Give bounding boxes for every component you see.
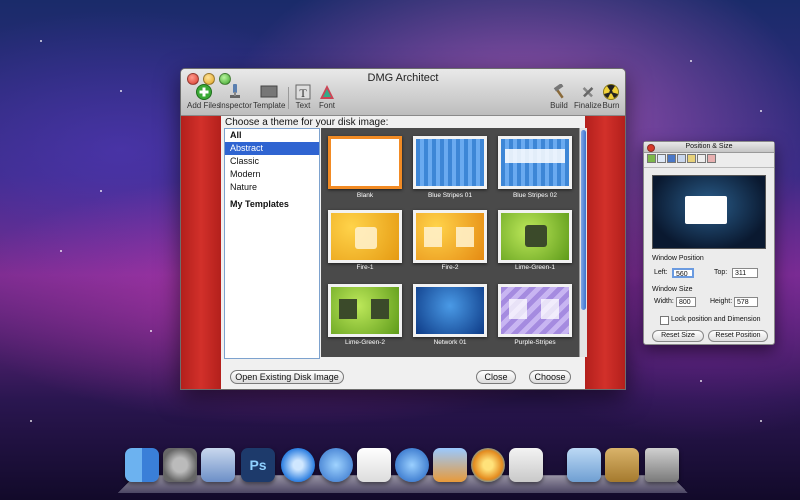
dmg-architect-window: DMG Architect Add Files Inspector Templa…: [180, 68, 626, 390]
theme-label: Network 01: [433, 339, 467, 346]
window-size-label: Window Size: [652, 286, 693, 293]
mail-stamp-icon[interactable]: [201, 448, 235, 482]
reset-position-button[interactable]: Reset Position: [708, 330, 768, 342]
inspector-tab-bar: [644, 153, 774, 168]
category-my-templates[interactable]: My Templates: [225, 198, 319, 211]
inspector-button[interactable]: Inspector: [219, 83, 252, 110]
open-existing-disk-image-button[interactable]: Open Existing Disk Image ...: [230, 370, 344, 389]
theme-chooser-sheet: Choose a theme for your disk image: All …: [221, 116, 587, 389]
burn-button[interactable]: Burn: [602, 83, 620, 110]
theme-purple-stripes[interactable]: [498, 284, 572, 337]
svg-text:T: T: [299, 86, 307, 100]
build-button[interactable]: Build: [550, 83, 568, 110]
toolbar-separator: [288, 87, 289, 109]
window-tab-icon[interactable]: [657, 154, 666, 163]
address-book-icon[interactable]: [605, 448, 639, 482]
finder-icon[interactable]: [125, 448, 159, 482]
safari-icon[interactable]: [281, 448, 315, 482]
theme-fire-1[interactable]: [328, 210, 402, 263]
left-red-backdrop: [181, 116, 221, 389]
theme-label: Blue Stripes 01: [427, 192, 473, 199]
theme-grid: Blank Blue Stripes 01 Blue Stripes 02 Fi…: [321, 128, 579, 357]
inspector-close-button[interactable]: [647, 144, 655, 152]
theme-label: Fire-2: [441, 264, 459, 271]
text-t-icon: T: [294, 83, 312, 100]
system-preferences-icon[interactable]: [163, 448, 197, 482]
top-label: Top:: [714, 269, 728, 276]
ichat-icon[interactable]: [319, 448, 353, 482]
theme-chooser-area: Choose a theme for your disk image: All …: [181, 116, 625, 389]
theme-fire-2[interactable]: [413, 210, 487, 263]
add-files-button[interactable]: Add Files: [187, 83, 220, 110]
preview-window[interactable]: [685, 196, 727, 224]
theme-label: Lime-Green-1: [514, 264, 556, 271]
license-tab-icon[interactable]: [707, 154, 716, 163]
width-label: Width:: [654, 298, 674, 305]
theme-grid-scrollbar[interactable]: [579, 128, 587, 357]
theme-blue-stripes-01[interactable]: [413, 136, 487, 189]
icon-tab-icon[interactable]: [677, 154, 686, 163]
lock-label: Lock position and Dimension: [671, 316, 761, 323]
radiation-icon: [602, 83, 620, 100]
theme-label: Lime-Green-2: [344, 339, 386, 346]
category-all[interactable]: All: [225, 129, 319, 142]
theme-network-01[interactable]: [413, 284, 487, 337]
font-button[interactable]: Font: [318, 83, 336, 110]
hammer-icon: [550, 83, 568, 100]
theme-prompt: Choose a theme for your disk image:: [225, 117, 389, 128]
background-tab-icon[interactable]: [647, 154, 656, 163]
theme-label: Blue Stripes 02: [512, 192, 558, 199]
inspector-titlebar[interactable]: Position & Size: [644, 142, 774, 153]
font-palette-icon: [318, 83, 336, 100]
dmg-architect-icon[interactable]: [471, 448, 505, 482]
inspector-title: Position & Size: [685, 143, 733, 150]
script-editor-icon[interactable]: [509, 448, 543, 482]
theme-blank[interactable]: [328, 136, 402, 189]
itunes-icon[interactable]: [395, 448, 429, 482]
trash-icon[interactable]: [645, 448, 679, 482]
left-label: Left:: [654, 269, 668, 276]
top-field[interactable]: 311: [732, 268, 758, 278]
category-modern[interactable]: Modern: [225, 168, 319, 181]
image-tab-icon[interactable]: [687, 154, 696, 163]
finalize-button[interactable]: Finalize: [574, 83, 602, 110]
microscope-icon: [226, 83, 244, 100]
lock-checkbox[interactable]: [660, 316, 669, 325]
right-red-backdrop: [585, 116, 625, 389]
category-classic[interactable]: Classic: [225, 155, 319, 168]
theme-lime-green-1[interactable]: [498, 210, 572, 263]
tools-icon: [579, 83, 597, 100]
left-field[interactable]: 560: [672, 268, 694, 278]
category-list[interactable]: All Abstract Classic Modern Nature My Te…: [224, 128, 320, 359]
height-field[interactable]: 578: [734, 297, 758, 307]
text-tab-icon[interactable]: [697, 154, 706, 163]
category-abstract[interactable]: Abstract: [225, 142, 319, 155]
template-icon: [260, 83, 278, 100]
theme-label: Fire-1: [356, 264, 374, 271]
folder-icon[interactable]: [567, 448, 601, 482]
height-label: Height:: [710, 298, 733, 305]
position-size-inspector: Position & Size Window Position Left: 56…: [643, 141, 775, 345]
theme-label: Purple-Stripes: [514, 339, 556, 346]
width-field[interactable]: 800: [676, 297, 696, 307]
theme-lime-green-2[interactable]: [328, 284, 402, 337]
reset-size-button[interactable]: Reset Size: [652, 330, 704, 342]
textedit-icon[interactable]: [357, 448, 391, 482]
position-tab-icon[interactable]: [667, 154, 676, 163]
category-nature[interactable]: Nature: [225, 181, 319, 194]
iphoto-icon[interactable]: [433, 448, 467, 482]
theme-label: Blank: [356, 192, 374, 199]
choose-button[interactable]: Choose: [529, 370, 571, 384]
window-titlebar[interactable]: DMG Architect Add Files Inspector Templa…: [181, 69, 625, 116]
close-button[interactable]: Close: [476, 370, 516, 384]
plus-icon: [195, 83, 213, 100]
window-position-preview[interactable]: [652, 175, 766, 249]
scrollbar-thumb[interactable]: [581, 130, 586, 310]
theme-blue-stripes-02[interactable]: [498, 136, 572, 189]
window-position-label: Window Position: [652, 255, 704, 262]
photoshop-icon[interactable]: Ps: [241, 448, 275, 482]
text-button[interactable]: T Text: [294, 83, 312, 110]
template-button[interactable]: Template: [253, 83, 285, 110]
